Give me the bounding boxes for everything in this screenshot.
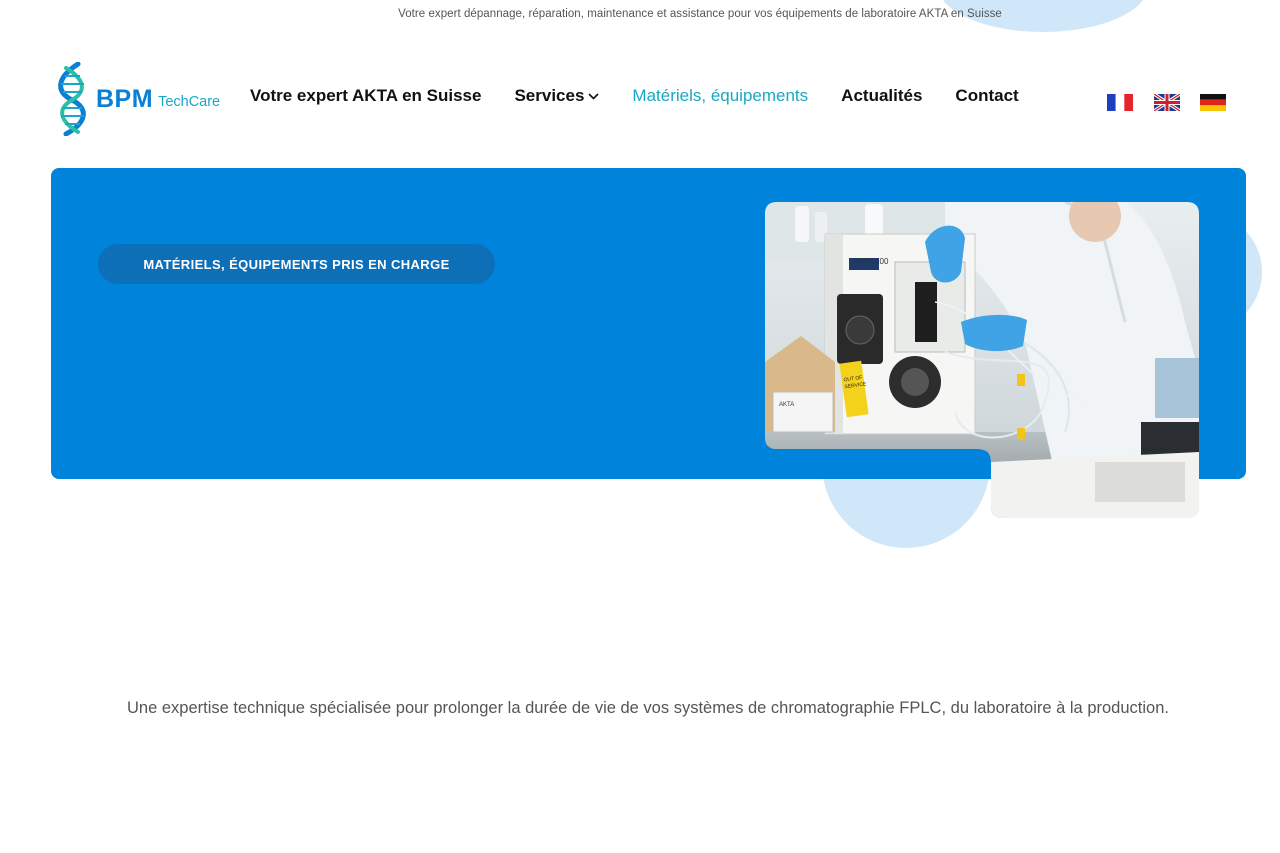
nav-item-actualites[interactable]: Actualités — [841, 86, 922, 106]
lang-de-link[interactable] — [1200, 94, 1226, 111]
hero-badge: MATÉRIELS, ÉQUIPEMENTS PRIS EN CHARGE — [98, 244, 495, 284]
flag-france-icon — [1107, 94, 1133, 111]
lang-fr-link[interactable] — [1107, 94, 1133, 111]
box-label: AKTA — [779, 402, 794, 408]
main-nav: Votre expert AKTA en Suisse Services Mat… — [250, 86, 1019, 106]
nav-item-services-label: Services — [514, 86, 585, 105]
site-header: BPM TechCare Votre expert AKTA en Suisse… — [0, 58, 1280, 138]
nav-item-contact[interactable]: Contact — [955, 86, 1018, 106]
dna-helix-icon — [58, 62, 86, 136]
top-info-bar: Votre expert dépannage, réparation, main… — [0, 0, 1280, 32]
tagline-text: Une expertise technique spécialisée pour… — [127, 699, 1169, 717]
nav-item-expert-akta[interactable]: Votre expert AKTA en Suisse — [250, 86, 481, 106]
language-switcher — [1107, 94, 1226, 111]
nav-item-services[interactable]: Services — [514, 86, 599, 106]
lang-en-link[interactable] — [1154, 94, 1180, 111]
topbar-text: Votre expert dépannage, réparation, main… — [398, 8, 1002, 20]
instrument-label: AKTA 100 — [853, 257, 889, 266]
flag-germany-icon — [1200, 94, 1226, 111]
logo-techcare-text: TechCare — [158, 94, 221, 110]
hero-lab-photo: AKTA 100 OUT OF SERVICE AKTA — [765, 202, 1199, 518]
logo-bpm-text: BPM — [96, 84, 154, 113]
chevron-down-icon — [588, 93, 599, 100]
flag-uk-icon — [1154, 94, 1180, 111]
nav-item-materiels[interactable]: Matériels, équipements — [632, 86, 808, 106]
site-logo[interactable]: BPM TechCare — [52, 62, 220, 136]
